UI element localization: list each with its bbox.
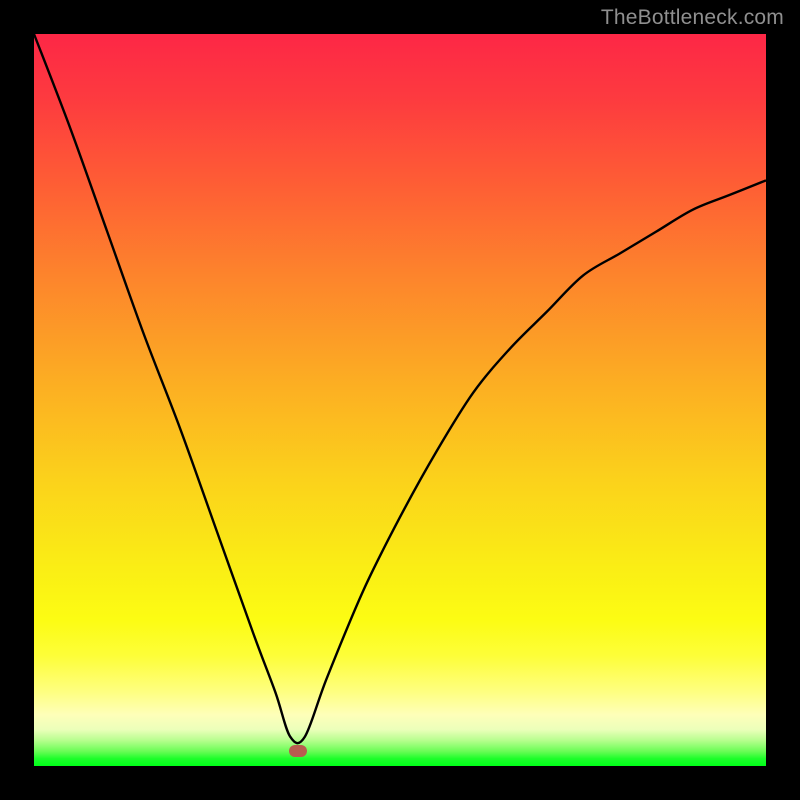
bottleneck-curve [34,34,766,766]
chart-container: TheBottleneck.com [0,0,800,800]
curve-path [34,34,766,743]
minimum-marker [289,745,307,757]
plot-area [34,34,766,766]
watermark-text: TheBottleneck.com [601,6,784,30]
